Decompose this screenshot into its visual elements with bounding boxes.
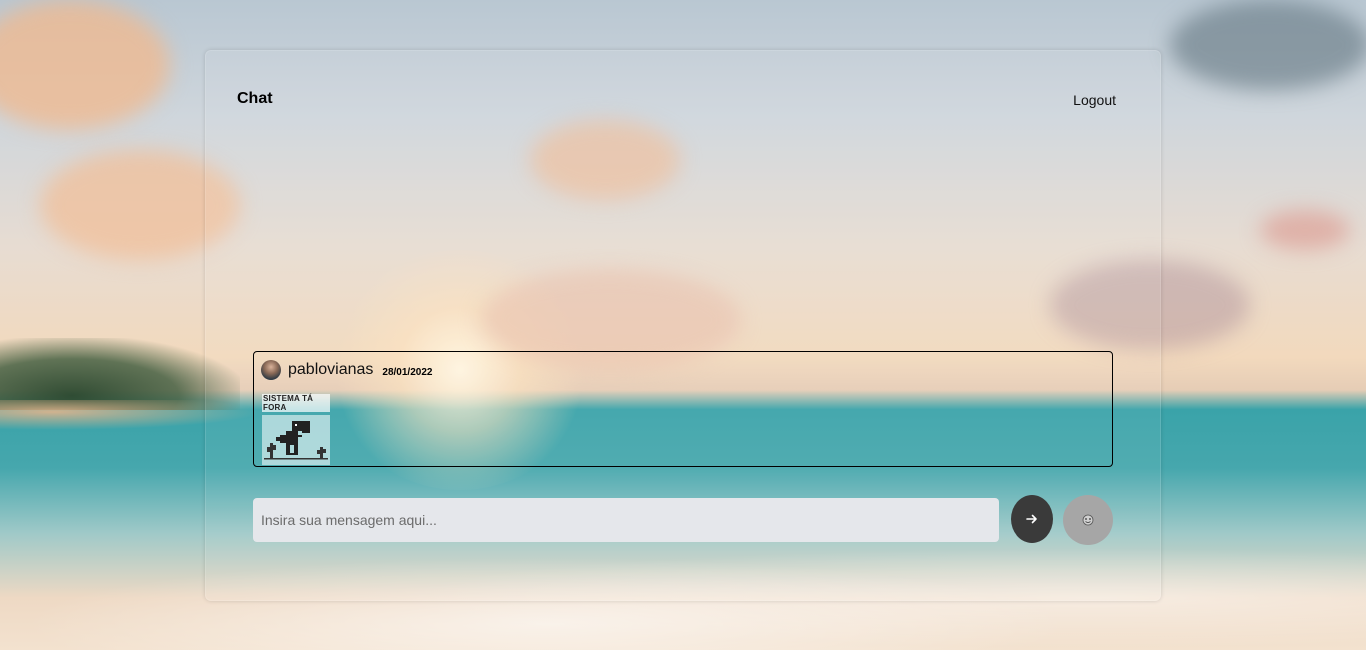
background-cloud bbox=[0, 0, 170, 130]
page-title: Chat bbox=[237, 90, 273, 107]
message-header: pablovianas 28/01/2022 bbox=[261, 360, 432, 380]
sticker-button[interactable] bbox=[1063, 495, 1113, 545]
background-cloud bbox=[1170, 0, 1366, 90]
send-button[interactable] bbox=[1011, 495, 1053, 543]
avatar bbox=[261, 360, 281, 380]
logout-button[interactable]: Logout bbox=[1073, 92, 1116, 108]
message-input[interactable] bbox=[253, 498, 999, 542]
arrow-right-icon bbox=[1026, 514, 1037, 524]
message-date: 28/01/2022 bbox=[382, 366, 433, 378]
background-cloud bbox=[1260, 210, 1350, 250]
chat-panel: Chat Logout pablovianas 28/01/2022 SISTE… bbox=[205, 50, 1161, 601]
message-author: pablovianas bbox=[288, 361, 374, 378]
sticker-emoji-icon bbox=[1082, 514, 1094, 526]
sticker-caption: SISTEMA TÁ FORA bbox=[262, 394, 330, 412]
message-list: pablovianas 28/01/2022 SISTEMA TÁ FORA bbox=[253, 351, 1113, 467]
dinosaur-sticker: SISTEMA TÁ FORA bbox=[262, 394, 330, 465]
dinosaur-icon bbox=[262, 415, 330, 465]
